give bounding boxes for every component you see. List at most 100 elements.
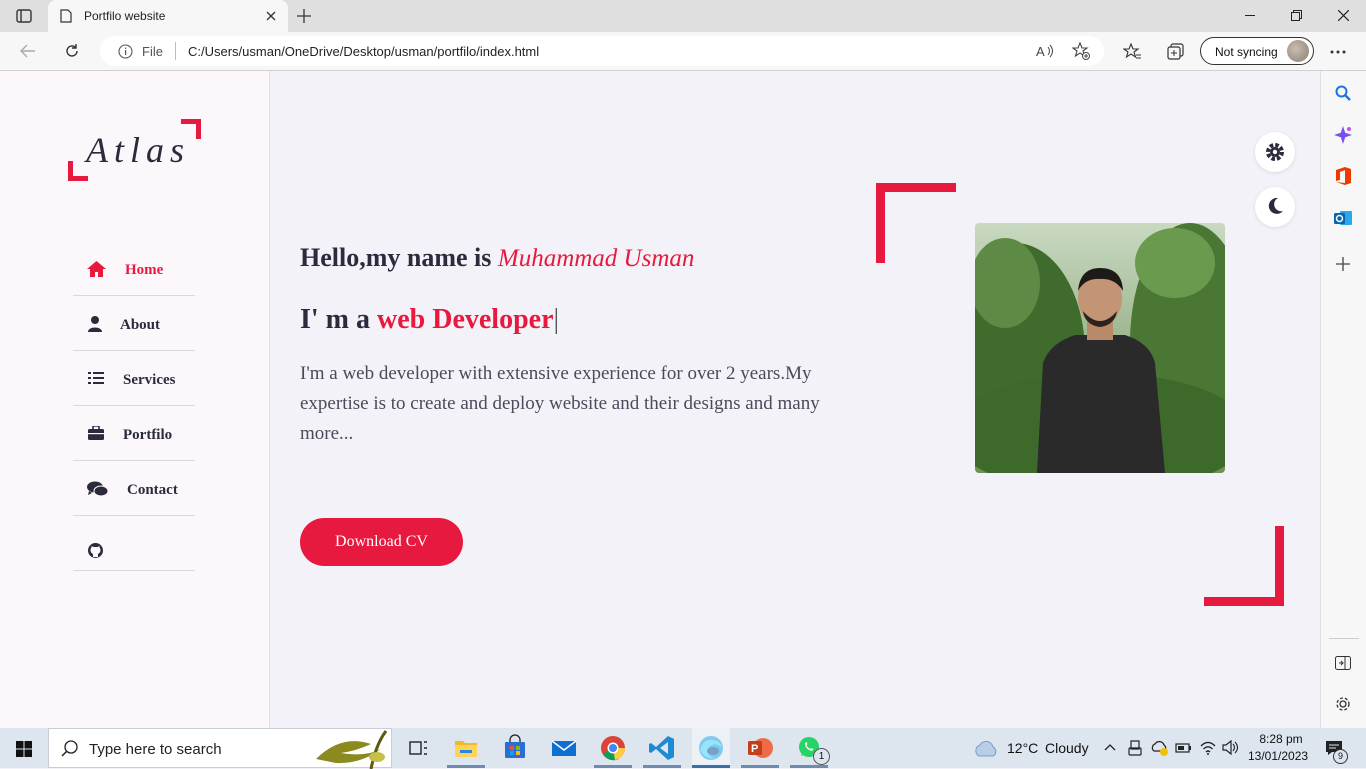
svg-text:P: P: [751, 743, 758, 755]
nav-github[interactable]: [73, 516, 195, 571]
greeting-text: Hello,my name is: [300, 243, 492, 272]
moon-icon: [1268, 197, 1283, 214]
logo-text: Atlas: [86, 130, 191, 170]
nav-contact[interactable]: Contact: [73, 461, 195, 516]
add-favorite-icon[interactable]: [1072, 42, 1090, 60]
logo[interactable]: Atlas: [68, 119, 202, 183]
powerpoint-icon[interactable]: P: [746, 734, 774, 762]
task-view-icon[interactable]: [404, 734, 432, 762]
refresh-icon[interactable]: [64, 43, 80, 59]
hero-section: Hello,my name is Muhammad Usman I' m a w…: [270, 71, 1320, 728]
add-app-icon[interactable]: [1336, 257, 1350, 271]
hide-sidebar-icon[interactable]: [1335, 656, 1351, 670]
collections-icon[interactable]: [1167, 43, 1185, 60]
tab-actions-icon[interactable]: [16, 9, 32, 23]
separator: [175, 42, 176, 60]
page-icon: [60, 9, 72, 23]
nav-home[interactable]: Home: [73, 241, 195, 296]
favorites-icon[interactable]: [1123, 43, 1141, 60]
outlook-icon[interactable]: [1334, 209, 1352, 227]
more-options-icon[interactable]: [1330, 50, 1346, 54]
gear-icon: [1266, 143, 1284, 161]
frame-corner-bottom-right: [1204, 526, 1284, 606]
wifi-icon[interactable]: [1200, 740, 1216, 755]
address-bar[interactable]: File C:/Users/usman/OneDrive/Desktop/usm…: [100, 36, 1104, 66]
github-icon: [88, 543, 103, 558]
usb-device-icon[interactable]: [1128, 740, 1142, 756]
dark-mode-toggle[interactable]: [1255, 187, 1295, 227]
vscode-icon[interactable]: [648, 734, 676, 762]
sync-status: Not syncing: [1215, 45, 1278, 59]
site-sidebar: Atlas Home About Services Portfilo Conta…: [0, 71, 270, 728]
user-icon: [88, 316, 102, 332]
briefcase-icon: [88, 426, 104, 440]
home-icon: [87, 261, 106, 277]
search-placeholder: Type here to search: [89, 741, 222, 758]
settings-button[interactable]: [1255, 132, 1295, 172]
chat-icon: [87, 481, 108, 497]
weather-temp[interactable]: 12°C: [1007, 740, 1038, 756]
clock-time[interactable]: 8:28 pm: [1256, 732, 1306, 746]
browser-tab[interactable]: Portfilo website: [48, 0, 288, 32]
role-prefix: I' m a: [300, 304, 370, 335]
nav-home-label: Home: [125, 262, 164, 278]
cloud-icon[interactable]: [972, 739, 1000, 757]
typing-cursor: |: [553, 304, 560, 335]
chrome-icon[interactable]: [599, 734, 627, 762]
chevron-up-icon[interactable]: [1104, 743, 1116, 751]
sidebar-divider: [1329, 638, 1359, 639]
notification-count-badge: 9: [1333, 749, 1348, 764]
logo-corner-bottom: [68, 161, 88, 181]
back-icon[interactable]: [20, 44, 36, 58]
nav-about-label: About: [120, 317, 161, 333]
role-typed: web Developer: [377, 304, 554, 335]
edge-sidebar: [1320, 71, 1366, 728]
profile-photo: [975, 223, 1225, 473]
minimize-icon[interactable]: [1245, 15, 1255, 17]
clock-date[interactable]: 13/01/2023: [1248, 749, 1308, 763]
mail-icon[interactable]: [550, 734, 578, 762]
tab-title: Portfilo website: [84, 9, 166, 23]
nav-contact-label: Contact: [127, 482, 178, 498]
list-icon: [88, 372, 104, 384]
settings-gear-icon[interactable]: [1335, 696, 1351, 712]
info-icon[interactable]: [118, 44, 133, 59]
profile-sync-button[interactable]: Not syncing: [1200, 37, 1314, 65]
owner-name: Muhammad Usman: [497, 245, 695, 272]
discover-icon[interactable]: [1334, 126, 1352, 144]
nav-about[interactable]: About: [73, 296, 195, 351]
file-explorer-icon[interactable]: [452, 734, 480, 762]
windows-taskbar: Type here to search P 1 12°C Cloudy 8:28…: [0, 728, 1366, 769]
taskbar-search-box[interactable]: Type here to search: [48, 728, 392, 769]
office-icon[interactable]: [1335, 167, 1351, 185]
volume-icon[interactable]: [1222, 740, 1240, 755]
battery-icon[interactable]: [1175, 741, 1191, 755]
nav-services[interactable]: Services: [73, 351, 195, 406]
scheme-label: File: [142, 44, 163, 59]
nav-services-label: Services: [123, 372, 176, 388]
url-text[interactable]: C:/Users/usman/OneDrive/Desktop/usman/po…: [188, 44, 539, 59]
frame-corner-top-left: [876, 183, 956, 263]
nav-portfolio-label: Portfilo: [123, 427, 173, 443]
download-cv-button[interactable]: Download CV: [300, 518, 463, 566]
close-window-icon[interactable]: [1338, 10, 1349, 21]
browser-tab-strip: Portfilo website: [0, 0, 1366, 32]
search-icon[interactable]: [1335, 85, 1351, 101]
hero-description: I'm a web developer with extensive exper…: [300, 363, 820, 444]
windows-start-icon[interactable]: [16, 741, 32, 757]
microsoft-store-icon[interactable]: [501, 734, 529, 762]
search-icon: [61, 740, 78, 757]
weather-condition[interactable]: Cloudy: [1045, 740, 1089, 756]
nav-portfolio[interactable]: Portfilo: [73, 406, 195, 461]
new-tab-icon[interactable]: [297, 9, 311, 23]
avatar[interactable]: [1287, 40, 1309, 62]
edge-active-highlight: [692, 728, 730, 768]
greeting-line: Hello,my name is Muhammad Usman: [300, 243, 694, 273]
search-highlight-image: [316, 730, 388, 769]
role-line: I' m a web Developer|: [300, 304, 559, 336]
read-aloud-icon[interactable]: A: [1036, 44, 1054, 58]
close-tab-icon[interactable]: [266, 11, 276, 21]
onedrive-warning-icon[interactable]: [1151, 740, 1169, 756]
restore-icon[interactable]: [1291, 10, 1302, 21]
browser-toolbar: File C:/Users/usman/OneDrive/Desktop/usm…: [0, 32, 1366, 71]
